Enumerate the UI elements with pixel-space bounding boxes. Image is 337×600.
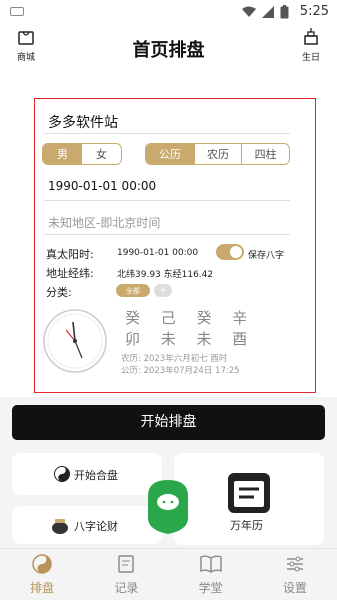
money-pot-icon [52,519,68,534]
bottom-navigation: 排盘 记录 学堂 设置 [0,548,337,600]
page-title: 首页排盘 [132,40,205,61]
he-pan-card[interactable]: 开始合盘 [12,453,162,495]
lun-cai-label: 八字论财 [74,520,118,533]
save-bazi-toggle[interactable] [216,244,244,260]
birthday-button[interactable]: 生日 [293,28,329,63]
nav-study-label: 学堂 [198,581,223,595]
nav-paipan-label: 排盘 [30,581,55,595]
birthday-label: 生日 [301,53,320,63]
name-input[interactable]: 多多软件站 [44,110,290,134]
nav-settings[interactable]: 设置 [253,549,337,600]
bazi-branches: 卯 未 未 酉 [125,330,256,348]
wan-nian-li-card[interactable]: 万年历 [174,453,324,545]
lunar-date: 农历: 2023年六月初七 酉时 [121,354,228,364]
wan-nian-li-label: 万年历 [230,519,263,532]
wechat-icon[interactable] [146,478,190,536]
place-placeholder: 未知地区-即北京时间 [48,216,161,230]
nav-paipan[interactable]: 排盘 [0,549,84,600]
calendar-pillars-option[interactable]: 四柱 [241,144,289,164]
start-paipan-button[interactable]: 开始排盘 [12,405,325,440]
solar-time-value: 1990-01-01 00:00 [117,248,199,258]
yin-yang-icon [54,466,70,482]
he-pan-label: 开始合盘 [74,469,118,482]
datetime-value: 1990-01-01 00:00 [48,179,157,193]
bazi-stems: 癸 己 癸 辛 [125,309,256,327]
name-value: 多多软件站 [48,115,118,131]
keyboard-icon [10,7,24,16]
calendar-solar-option[interactable]: 公历 [146,144,194,164]
solar-time-label: 真太阳时: [46,248,94,261]
gender-male-option[interactable]: 男 [43,144,82,164]
yin-yang-icon [32,554,52,574]
gender-selector: 男 女 [42,143,122,165]
book-icon [199,555,222,573]
category-add-chip[interactable]: + [154,284,172,297]
category-all-chip[interactable]: 全部 [116,284,150,297]
status-bar: 5:25 [0,0,337,24]
clock-icon [43,309,107,373]
calendar-lunar-option[interactable]: 农历 [193,144,242,164]
category-label: 分类: [46,286,72,299]
nav-study[interactable]: 学堂 [169,549,253,600]
solar-date: 公历: 2023年07月24日 17:25 [121,366,240,376]
coords-value: 北纬39.93 东经116.42 [117,270,214,280]
edit-note-icon [118,555,135,573]
save-bazi-label: 保存八字 [248,251,285,261]
signal-icon [262,6,274,18]
coords-label: 地址经纬: [46,267,94,280]
nav-records-label: 记录 [114,581,139,595]
clock-time: 5:25 [299,4,329,19]
battery-icon [280,5,289,19]
calendar-selector: 公历 农历 四柱 [145,143,290,165]
calendar-book-icon [228,473,270,513]
wifi-icon [242,6,256,17]
nav-settings-label: 设置 [282,581,307,595]
nav-records[interactable]: 记录 [84,549,168,600]
cake-icon [304,28,318,45]
app-header: 商城 首页排盘 生日 [0,24,337,72]
datetime-input[interactable]: 1990-01-01 00:00 [44,175,290,201]
gender-female-option[interactable]: 女 [82,144,121,164]
sliders-icon [286,556,303,572]
place-input[interactable]: 未知地区-即北京时间 [44,209,290,235]
lun-cai-card[interactable]: 八字论财 [12,506,162,544]
